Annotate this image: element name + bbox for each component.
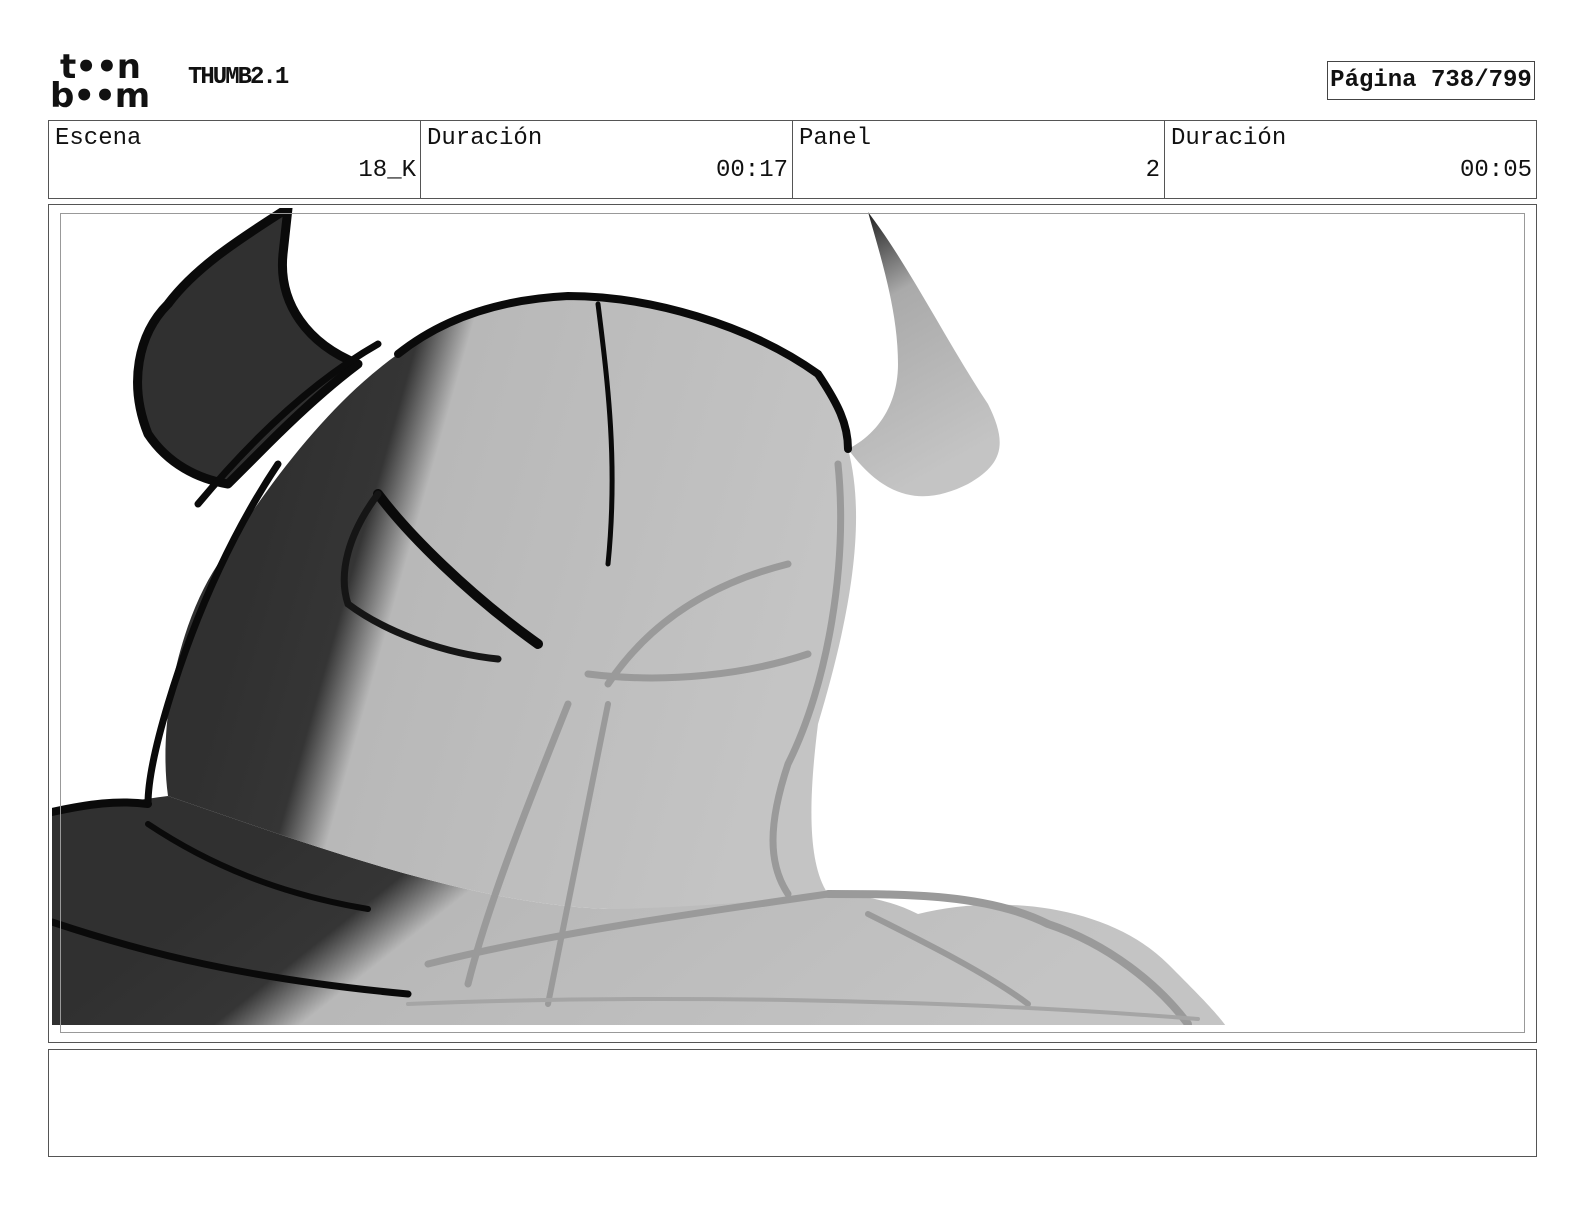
project-title: THUMB2.1 [188,64,289,91]
info-cell-scene: Escena 18_K [49,121,421,198]
scene-info-row: Escena 18_K Duración 00:17 Panel 2 Durac… [48,120,1537,199]
info-cell-panel: Panel 2 [793,121,1165,198]
page-number: Página 738/799 [1327,61,1535,100]
scene-label: Escena [55,125,142,152]
panel-duration-value: 00:05 [1459,157,1532,184]
panel-label: Panel [799,125,872,152]
scene-duration-label: Duración [427,125,543,152]
toon-boom-logo: t••n b••m [50,50,170,114]
panel-duration-label: Duración [1171,125,1287,152]
panel-notes[interactable] [48,1049,1537,1157]
panel-safe-area [60,213,1525,1033]
logo-line-bottom: b••m [50,76,150,116]
panel-value: 2 [1145,157,1160,184]
scene-value: 18_K [358,157,416,184]
info-cell-panel-duration: Duración 00:05 [1165,121,1536,198]
scene-duration-value: 00:17 [715,157,788,184]
info-cell-scene-duration: Duración 00:17 [421,121,793,198]
